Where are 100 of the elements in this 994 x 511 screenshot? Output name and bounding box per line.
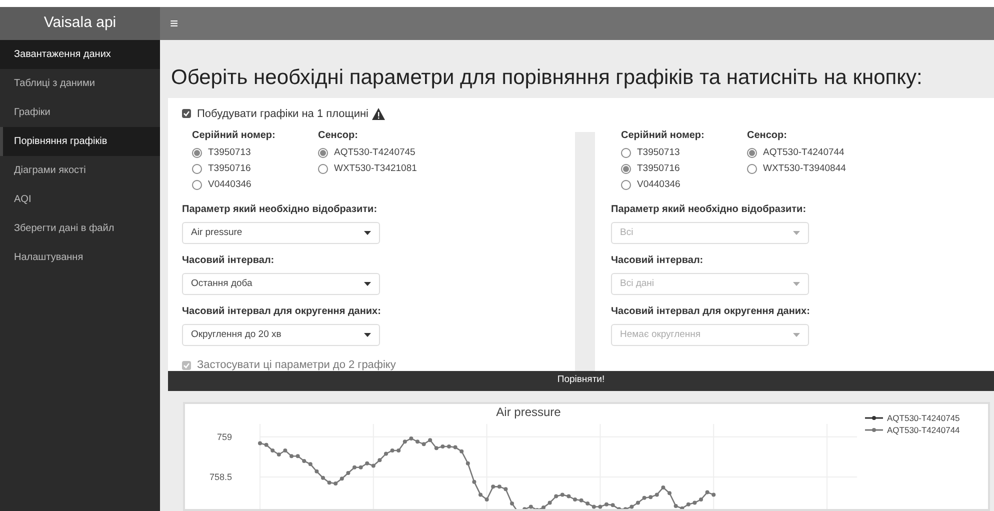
data-point — [365, 460, 370, 465]
data-point — [497, 484, 502, 488]
data-point — [327, 480, 332, 484]
data-point — [402, 439, 407, 444]
radio-button[interactable] — [192, 164, 202, 174]
sidebar-item[interactable]: Порівняння графіків — [0, 127, 160, 156]
data-point — [491, 484, 496, 488]
radio-label: V0440346 — [208, 178, 252, 192]
data-point — [617, 506, 622, 509]
data-point — [478, 492, 482, 496]
chart-title: Air pressure — [496, 404, 561, 418]
data-point — [276, 452, 281, 456]
radio-button[interactable] — [318, 164, 328, 174]
data-point — [409, 436, 414, 440]
radio-button[interactable] — [621, 180, 631, 190]
radio-label: WXT530-T3421081 — [334, 162, 417, 176]
radio-button[interactable] — [192, 180, 202, 190]
y-tick-label: 759 — [216, 431, 232, 442]
field-label: Часовий інтервал: — [611, 254, 704, 268]
radio-label: AQT530-T4240744 — [763, 146, 844, 160]
checkbox-label: Застосувати ці параметри до 2 графіку — [197, 358, 396, 373]
checkbox[interactable] — [182, 109, 191, 118]
caret-icon — [364, 333, 371, 337]
data-point — [321, 475, 325, 480]
group-heading: Сенсор: — [318, 129, 359, 143]
data-point — [699, 497, 703, 502]
sidebar-item[interactable]: Завантаження даних — [0, 40, 160, 69]
radio-label: V0440346 — [637, 178, 680, 192]
data-point — [560, 492, 564, 496]
field-label: Часовий інтервал для округення даних: — [182, 305, 382, 319]
data-point — [592, 504, 596, 508]
data-point — [416, 439, 420, 444]
menu-button[interactable]: ≡ — [170, 13, 178, 34]
data-point — [623, 506, 628, 509]
data-point — [668, 490, 672, 495]
data-point — [308, 462, 312, 466]
data-point — [648, 494, 653, 499]
page-title: Оберіть необхідні параметри для порівняння графіків та натисніть на кнопку: — [170, 65, 924, 91]
radio-label: AQT530-T4240745 — [334, 146, 416, 160]
caret-icon — [793, 333, 800, 337]
data-point — [604, 502, 608, 506]
data-point — [371, 463, 376, 468]
data-point — [598, 504, 602, 508]
data-point — [440, 444, 445, 448]
legend-label[interactable]: AQT530-T4240744 — [887, 424, 960, 434]
radio-button[interactable] — [747, 164, 757, 174]
radio-label: T3950713 — [208, 146, 251, 160]
radio-button[interactable] — [192, 148, 202, 158]
compare-button[interactable]: Порівняти! — [168, 370, 994, 390]
radio-button[interactable] — [621, 148, 631, 158]
data-point — [314, 468, 319, 473]
data-point — [378, 458, 382, 462]
radio-button[interactable] — [747, 148, 757, 158]
data-point — [428, 438, 432, 442]
dropdown-select[interactable]: Остання доба — [182, 273, 380, 295]
caret-icon — [364, 231, 371, 235]
caret-icon — [793, 231, 800, 235]
data-point — [654, 492, 659, 496]
data-point — [674, 503, 678, 508]
data-point — [705, 490, 710, 494]
data-point — [358, 464, 363, 469]
data-point — [566, 494, 571, 498]
data-point — [422, 442, 426, 446]
dropdown-select[interactable]: Округлення до 20 хв — [182, 324, 380, 346]
radio-label: T3950716 — [208, 162, 251, 176]
dropdown-select[interactable]: Air pressure — [182, 222, 380, 244]
data-point — [384, 451, 388, 456]
data-point — [453, 444, 458, 449]
data-point — [258, 440, 262, 445]
legend-label[interactable]: AQT530-T4240745 — [887, 412, 960, 422]
radio-label: T3950716 — [637, 162, 680, 176]
data-point — [434, 446, 438, 450]
data-point — [528, 504, 533, 508]
data-point — [447, 444, 451, 448]
field-label: Часовий інтервал для округення даних: — [611, 305, 811, 319]
data-point — [302, 458, 306, 462]
data-point — [692, 500, 697, 504]
data-point — [346, 470, 350, 474]
data-point — [264, 442, 268, 446]
data-point — [610, 502, 615, 507]
data-point — [636, 500, 640, 504]
warning-icon — [372, 108, 386, 120]
data-point — [504, 486, 508, 491]
group-heading: Серійний номер: — [192, 129, 276, 143]
caret-icon — [364, 282, 371, 286]
data-point — [396, 448, 401, 452]
group-heading: Сенсор: — [747, 129, 788, 143]
field-label: Параметр який необхідно відобразити: — [611, 203, 808, 217]
data-point — [352, 464, 356, 469]
radio-button[interactable] — [318, 148, 328, 158]
data-point — [484, 497, 489, 502]
brand-title: Vaisala api — [44, 13, 116, 34]
radio-button[interactable] — [621, 164, 631, 174]
data-point — [712, 492, 716, 496]
data-point — [630, 504, 634, 508]
data-point — [579, 498, 584, 502]
data-point — [466, 460, 470, 465]
data-point — [661, 484, 666, 489]
data-point — [522, 506, 527, 509]
radio-label: WXT530-T3940844 — [763, 162, 846, 176]
